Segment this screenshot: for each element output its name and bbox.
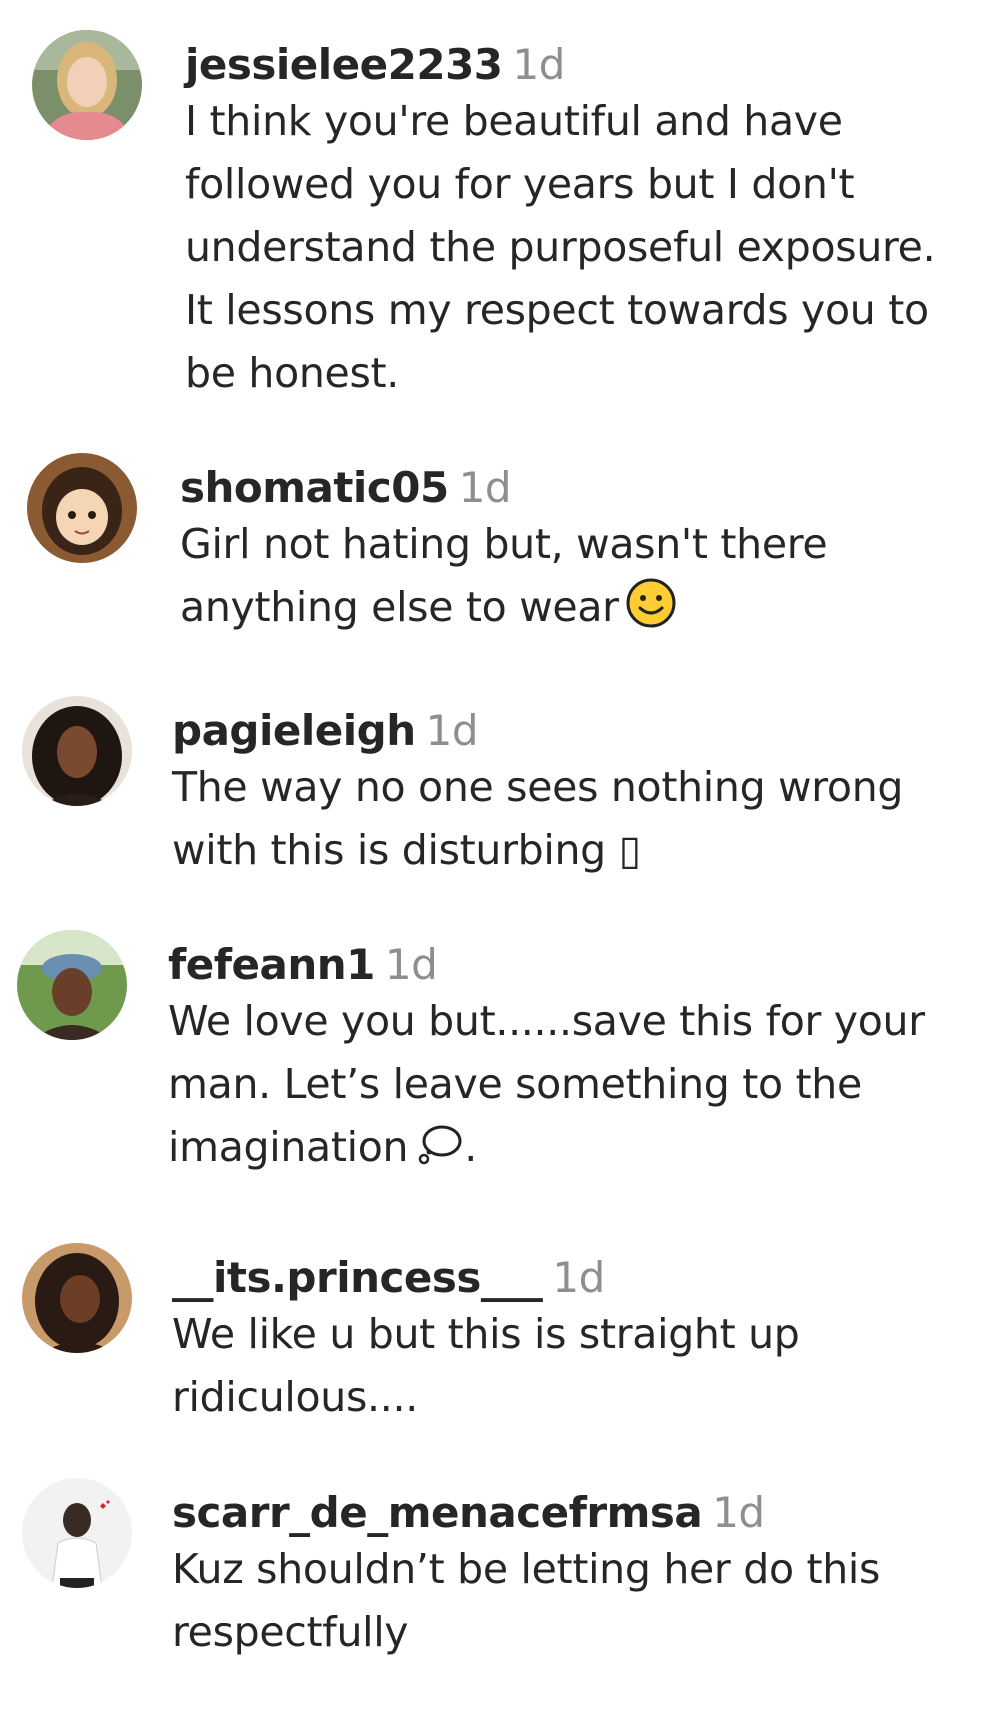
username[interactable]: pagieleigh (172, 706, 416, 755)
timestamp[interactable]: 1d (426, 706, 479, 755)
username[interactable]: scarr_de_menacefrmsa (172, 1488, 703, 1537)
avatar[interactable] (22, 1478, 132, 1588)
comment-text-content: Girl not hating but, wasn't there anythi… (180, 520, 828, 631)
comment-text: Kuz shouldn’t be letting her do this res… (172, 1545, 881, 1656)
timestamp[interactable]: 1d (459, 463, 512, 512)
comment-header: fefeann1 1d (168, 940, 980, 990)
comment-text: I think you're beautiful and have follow… (185, 97, 936, 397)
comment-header: pagieleigh 1d (172, 706, 980, 756)
comment-text: We like u but this is straight up ridicu… (172, 1310, 800, 1421)
comment-header: jessielee2233 1d (185, 40, 980, 90)
comment-header: __its.princess___ 1d (172, 1253, 980, 1303)
username[interactable]: shomatic05 (180, 463, 449, 512)
timestamp[interactable]: 1d (552, 1253, 605, 1302)
avatar[interactable] (27, 453, 137, 563)
timestamp[interactable]: 1d (385, 940, 438, 989)
comment-header: shomatic05 1d (180, 463, 980, 513)
username[interactable]: fefeann1 (168, 940, 375, 989)
username[interactable]: __its.princess___ (172, 1253, 543, 1302)
timestamp[interactable]: 1d (513, 40, 566, 89)
comment-text: The way no one sees nothing wrong with t… (172, 763, 904, 874)
avatar[interactable] (32, 30, 142, 140)
avatar[interactable] (22, 696, 132, 806)
avatar[interactable] (17, 930, 127, 1040)
comment-text-trailing: . (464, 1123, 477, 1171)
avatar[interactable] (22, 1243, 132, 1353)
comment-text: We love you but......save this for your … (168, 990, 980, 1187)
comment-header: scarr_de_menacefrmsa 1d (172, 1488, 980, 1538)
comment-text: Girl not hating but, wasn't there anythi… (180, 513, 980, 647)
thought-bubble-icon (414, 1119, 464, 1187)
timestamp[interactable]: 1d (712, 1488, 765, 1537)
comment-text-content: We love you but......save this for your … (168, 997, 925, 1171)
username[interactable]: jessielee2233 (185, 40, 503, 89)
slightly-smiling-face-icon (625, 577, 677, 647)
